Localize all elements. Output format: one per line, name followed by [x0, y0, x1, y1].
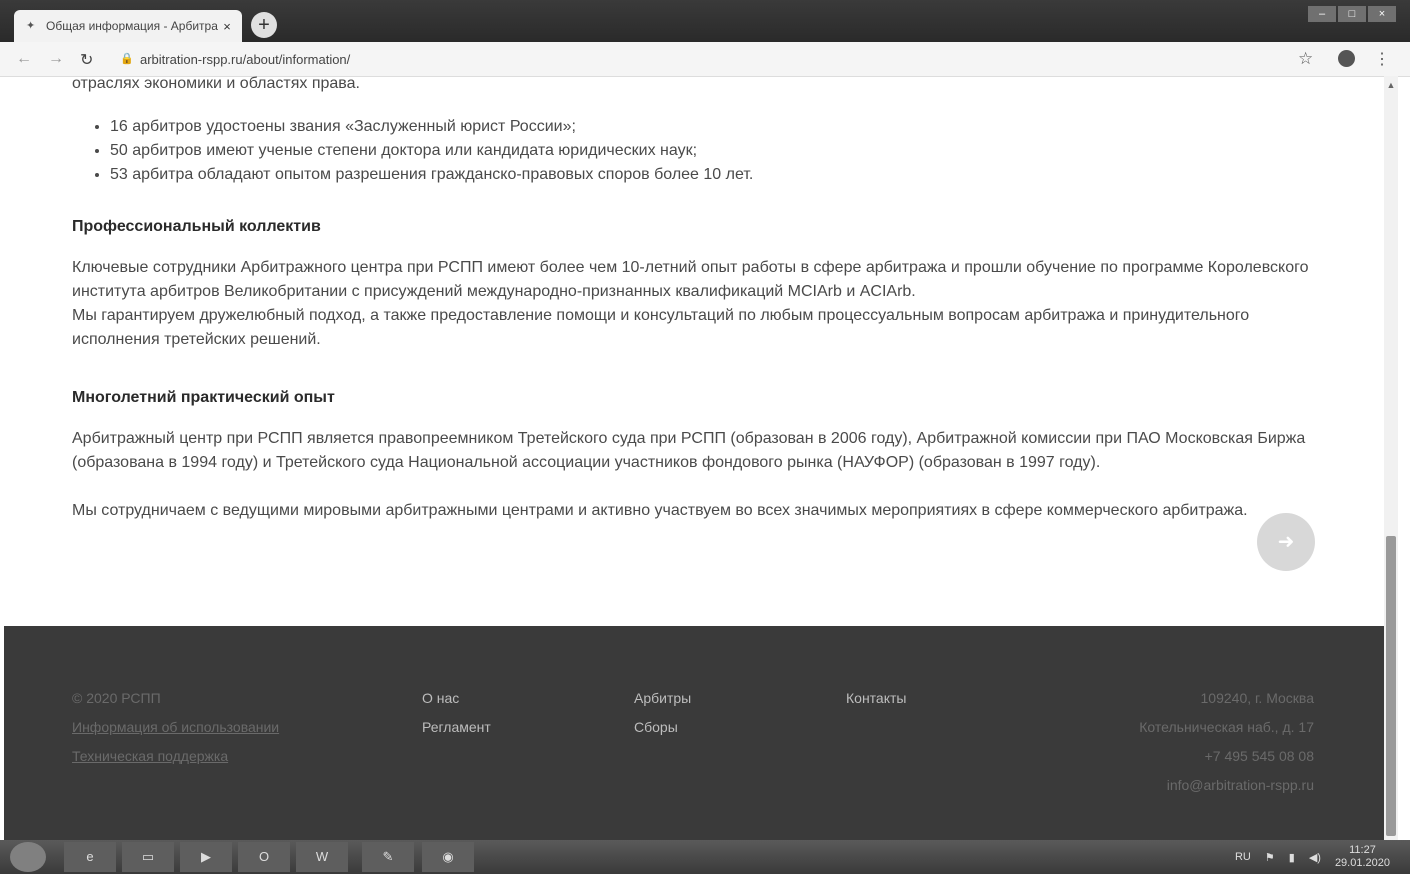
outlook-icon[interactable]: O [238, 842, 290, 872]
about-link[interactable]: О нас [422, 684, 491, 713]
usage-info-link[interactable]: Информация об использовании [72, 713, 279, 742]
scrollbar-thumb[interactable] [1386, 536, 1396, 836]
os-taskbar: e ▭ ▶ O W ✎ ◉ RU ⚑ ▮ ◀) 11:27 29.01.2020 [0, 840, 1410, 874]
tab-title: Общая информация - Арбитра [46, 19, 218, 33]
start-button[interactable] [10, 842, 46, 872]
lock-icon[interactable]: 🔒 [120, 52, 134, 65]
experience-paragraph-2: Мы сотрудничаем с ведущими мировыми арби… [72, 502, 1248, 519]
ie-icon[interactable]: e [64, 842, 116, 872]
acrobat-icon[interactable]: ✎ [362, 842, 414, 872]
list-item: 16 арбитров удостоены звания «Заслуженны… [110, 115, 753, 139]
address-line-2: Котельническая наб., д. 17 [1139, 719, 1314, 735]
team-paragraph-1: Ключевые сотрудники Арбитражного центра … [72, 259, 1309, 300]
footer-column-arbitrators: Арбитры Сборы [634, 684, 691, 742]
explorer-icon[interactable]: ▭ [122, 842, 174, 872]
tab-close-icon[interactable]: × [220, 19, 234, 34]
footer-column-about: О нас Регламент [422, 684, 491, 742]
favicon-icon: ✦ [26, 20, 36, 32]
volume-icon[interactable]: ◀) [1309, 851, 1321, 864]
footer-column-address: 109240, г. Москва Котельническая наб., д… [1139, 684, 1314, 800]
contacts-link[interactable]: Контакты [846, 684, 906, 713]
star-icon[interactable]: ☆ [1298, 49, 1313, 69]
profile-icon[interactable] [1338, 50, 1355, 67]
section-heading-experience: Многолетний практический опыт [72, 389, 335, 406]
maximize-button[interactable]: □ [1338, 6, 1366, 22]
support-link[interactable]: Техническая поддержка [72, 742, 279, 771]
intro-line: отраслях экономики и областях права. [72, 75, 360, 92]
word-icon[interactable]: W [296, 842, 348, 872]
scroll-up-icon[interactable]: ▲ [1384, 80, 1398, 90]
chrome-icon[interactable]: ◉ [422, 842, 474, 872]
browser-tab[interactable]: ✦ Общая информация - Арбитра × [14, 10, 242, 42]
experience-paragraph-1: Арбитражный центр при РСПП является прав… [72, 430, 1306, 471]
scroll-to-top-button[interactable]: ➜ [1257, 513, 1315, 571]
email-link[interactable]: info@arbitration-rspp.ru [1139, 771, 1314, 800]
media-player-icon[interactable]: ▶ [180, 842, 232, 872]
reload-icon[interactable]: ↻ [80, 50, 93, 70]
new-tab-button[interactable]: + [251, 12, 277, 38]
browser-tab-bar: ✦ Общая информация - Арбитра × + – □ × [0, 0, 1410, 42]
section-heading-team: Профессиональный коллектив [72, 218, 321, 235]
clock-time: 11:27 [1349, 844, 1376, 856]
fees-link[interactable]: Сборы [634, 713, 691, 742]
team-paragraph-2: Мы гарантируем дружелюбный подход, а так… [72, 307, 1250, 348]
flag-icon[interactable]: ⚑ [1265, 851, 1275, 864]
clock[interactable]: 11:27 29.01.2020 [1335, 844, 1390, 870]
rules-link[interactable]: Регламент [422, 713, 491, 742]
phone-link[interactable]: +7 495 545 08 08 [1139, 742, 1314, 771]
footer-column-legal: © 2020 РСПП Информация об использовании … [72, 684, 279, 771]
page-scrollbar[interactable]: ▲ [1384, 76, 1398, 840]
address-line-1: 109240, г. Москва [1200, 690, 1314, 706]
url-field[interactable]: arbitration-rspp.ru/about/information/ [140, 52, 350, 67]
copyright-text: © 2020 РСПП [72, 690, 161, 706]
network-icon[interactable]: ▮ [1289, 851, 1295, 864]
arbitrators-link[interactable]: Арбитры [634, 684, 691, 713]
stats-list: 16 арбитров удостоены звания «Заслуженны… [72, 115, 753, 187]
site-footer: © 2020 РСПП Информация об использовании … [4, 626, 1384, 840]
system-tray: RU ⚑ ▮ ◀) 11:27 29.01.2020 [1235, 844, 1390, 870]
minimize-button[interactable]: – [1308, 6, 1336, 22]
close-window-button[interactable]: × [1368, 6, 1396, 22]
footer-column-contacts: Контакты [846, 684, 906, 713]
list-item: 50 арбитров имеют ученые степени доктора… [110, 139, 753, 163]
clock-date: 29.01.2020 [1334, 857, 1390, 869]
language-indicator[interactable]: RU [1235, 851, 1251, 863]
back-icon[interactable]: ← [16, 50, 32, 68]
forward-icon[interactable]: → [48, 50, 64, 68]
list-item: 53 арбитра обладают опытом разрешения гр… [110, 163, 753, 187]
menu-icon[interactable]: ⋮ [1374, 49, 1390, 69]
window-controls: – □ × [1308, 6, 1396, 22]
